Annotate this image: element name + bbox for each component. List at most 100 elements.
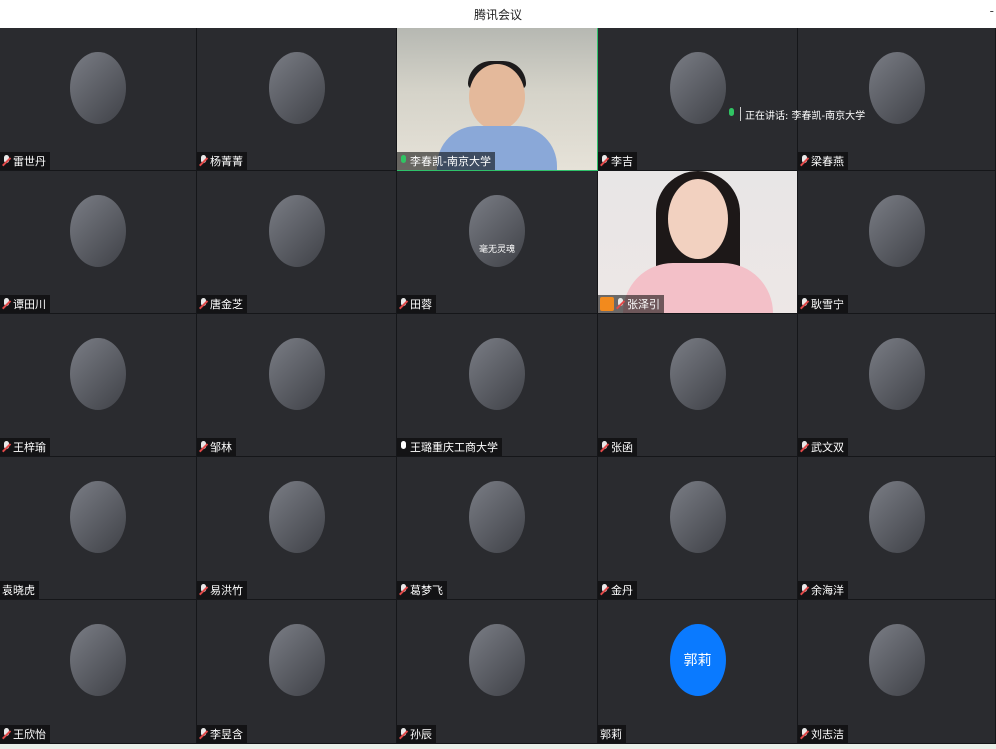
avatar xyxy=(669,481,726,553)
participant-tile[interactable]: 余海洋 xyxy=(798,457,996,600)
participant-tile[interactable]: 邹林 xyxy=(197,314,397,457)
bottom-strip xyxy=(0,744,996,749)
avatar xyxy=(268,195,325,267)
mic-muted-icon xyxy=(600,441,609,453)
name-label: 金丹 xyxy=(598,581,637,599)
mic-muted-icon xyxy=(399,728,408,740)
name-label: 李昱含 xyxy=(197,725,247,743)
participant-tile[interactable]: 郭莉 郭莉 xyxy=(598,600,798,744)
participant-name: 王璐重庆工商大学 xyxy=(410,441,498,454)
participant-tile[interactable]: 葛梦飞 xyxy=(397,457,598,600)
name-label: 易洪竹 xyxy=(197,581,247,599)
name-label: 耿雪宁 xyxy=(798,295,848,313)
participant-tile[interactable]: 武文双 xyxy=(798,314,996,457)
speaking-indicator: 正在讲话: 李春凯-南京大学 xyxy=(727,104,865,124)
mic-muted-icon xyxy=(2,155,11,167)
participant-tile[interactable]: 王璐重庆工商大学 xyxy=(397,314,598,457)
avatar xyxy=(268,52,325,124)
avatar xyxy=(868,52,925,124)
microphone-icon xyxy=(727,108,736,120)
name-label: 武文双 xyxy=(798,438,848,456)
name-label: 张函 xyxy=(598,438,637,456)
participant-tile[interactable]: 张函 xyxy=(598,314,798,457)
participant-tile[interactable]: 耿雪宁 xyxy=(798,171,996,314)
mic-muted-icon xyxy=(800,728,809,740)
participant-tile[interactable]: 刘志洁 xyxy=(798,600,996,744)
minimize-button[interactable]: - xyxy=(990,4,994,18)
avatar xyxy=(268,338,325,410)
avatar xyxy=(469,338,525,410)
participant-tile[interactable]: 杨菁菁 xyxy=(197,28,397,171)
participant-tile[interactable]: 孙辰 xyxy=(397,600,598,744)
avatar xyxy=(868,338,925,410)
participant-tile[interactable]: 张泽引 xyxy=(598,171,798,314)
participant-tile[interactable]: 李春凯-南京大学 xyxy=(397,28,598,171)
avatar-caption: 毫无灵魂 xyxy=(478,245,515,255)
mic-muted-icon xyxy=(800,441,809,453)
avatar xyxy=(669,52,726,124)
name-label: 袁晓虎 xyxy=(0,581,39,599)
participant-tile[interactable]: 雷世丹 xyxy=(0,28,197,171)
name-label: 梁春燕 xyxy=(798,152,848,170)
participant-tile[interactable]: 李昱含 xyxy=(197,600,397,744)
name-label: 余海洋 xyxy=(798,581,848,599)
participant-tile[interactable]: 易洪竹 xyxy=(197,457,397,600)
avatar: 毫无灵魂 xyxy=(469,195,525,267)
name-label: 郭莉 xyxy=(598,725,626,743)
participant-video xyxy=(598,171,797,313)
participant-tile[interactable]: 梁春燕 xyxy=(798,28,996,171)
mic-muted-icon xyxy=(600,584,609,596)
avatar xyxy=(868,481,925,553)
avatar xyxy=(70,52,126,124)
mic-muted-icon xyxy=(199,584,208,596)
mic-muted-icon xyxy=(199,441,208,453)
participant-tile[interactable]: 李吉 xyxy=(598,28,798,171)
participant-tile[interactable]: 王梓瑜 xyxy=(0,314,197,457)
microphone-icon xyxy=(399,441,408,453)
participant-tile[interactable]: 唐金芝 xyxy=(197,171,397,314)
host-icon xyxy=(600,297,614,311)
participant-name: 郭莉 xyxy=(600,728,622,741)
avatar-initials-text: 郭莉 xyxy=(683,653,712,669)
name-label: 王欣怡 xyxy=(0,725,50,743)
mic-muted-icon xyxy=(2,298,11,310)
speaking-label: 正在讲话: 李春凯-南京大学 xyxy=(745,110,866,122)
microphone-icon xyxy=(399,155,408,167)
participant-name: 李春凯-南京大学 xyxy=(410,155,491,168)
mic-muted-icon xyxy=(199,728,208,740)
mic-muted-icon xyxy=(199,298,208,310)
mic-muted-icon xyxy=(399,298,408,310)
participant-tile[interactable]: 毫无灵魂田蓉 xyxy=(397,171,598,314)
participant-tile[interactable]: 谭田川 xyxy=(0,171,197,314)
mic-muted-icon xyxy=(616,298,625,310)
participant-tile[interactable]: 袁晓虎 xyxy=(0,457,197,600)
avatar xyxy=(70,338,126,410)
participant-tile[interactable]: 金丹 xyxy=(598,457,798,600)
name-label: 王璐重庆工商大学 xyxy=(397,438,502,456)
mic-muted-icon xyxy=(800,298,809,310)
title-bar: 腾讯会议 - xyxy=(0,0,996,29)
name-label: 张泽引 xyxy=(598,295,664,313)
avatar xyxy=(268,624,325,696)
avatar xyxy=(70,481,126,553)
participant-name: 袁晓虎 xyxy=(2,584,35,597)
name-label: 李春凯-南京大学 xyxy=(397,152,495,170)
window-title: 腾讯会议 xyxy=(473,7,522,22)
avatar xyxy=(868,624,925,696)
participant-tile[interactable]: 王欣怡 xyxy=(0,600,197,744)
avatar xyxy=(469,481,525,553)
mic-muted-icon xyxy=(2,441,11,453)
name-label: 葛梦飞 xyxy=(397,581,447,599)
avatar xyxy=(70,195,126,267)
name-label: 田蓉 xyxy=(397,295,436,313)
avatar xyxy=(469,624,525,696)
avatar xyxy=(70,624,126,696)
mic-muted-icon xyxy=(2,728,11,740)
name-label: 雷世丹 xyxy=(0,152,50,170)
participant-video xyxy=(397,28,597,170)
divider xyxy=(740,107,741,121)
name-label: 杨菁菁 xyxy=(197,152,247,170)
avatar xyxy=(868,195,925,267)
video-figure-head xyxy=(667,179,728,259)
mic-muted-icon xyxy=(399,584,408,596)
